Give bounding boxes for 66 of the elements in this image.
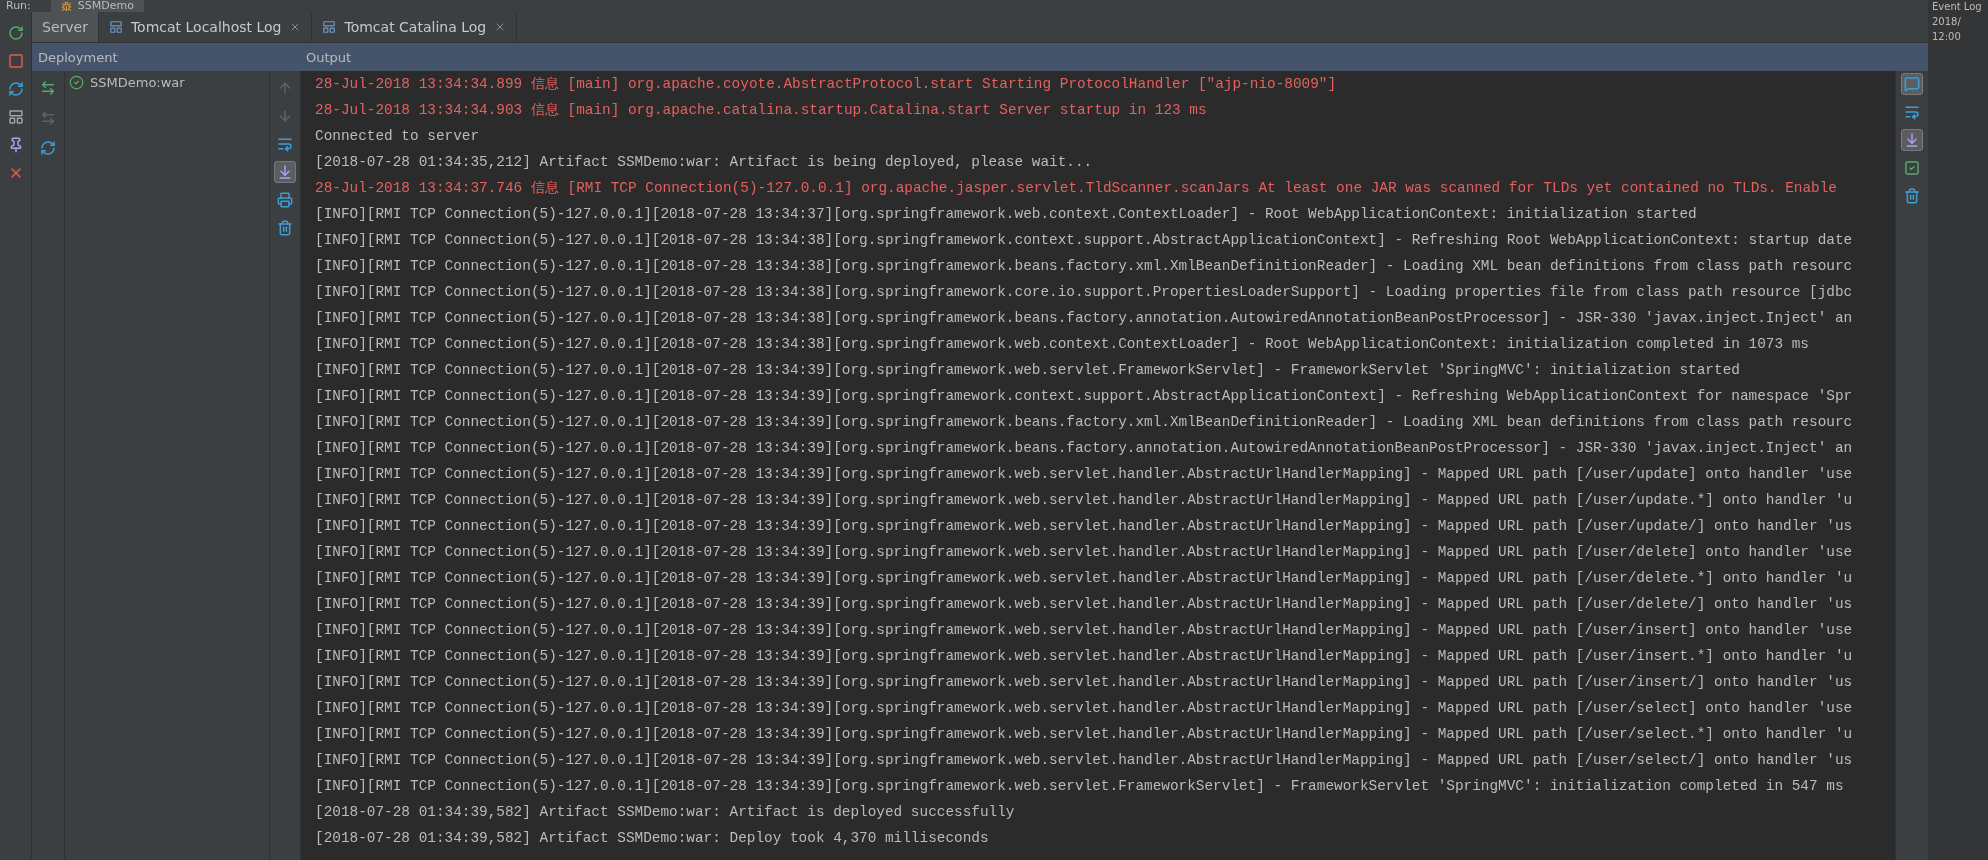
run-tab-label: SSMDemo	[77, 0, 134, 12]
bug-icon	[60, 0, 72, 12]
layout-icon	[7, 109, 24, 125]
trash-icon	[277, 220, 293, 236]
log-line: [INFO][RMI TCP Connection(5)-127.0.0.1][2018-07-28 13:34:38][org.springframework.core.io.support.PropertiesLoaderSupport] - Loading properties file from class path resource [jdbc	[315, 283, 1853, 302]
tree-item-label: SSMDemo:war	[90, 75, 185, 90]
trash-icon	[1904, 188, 1920, 204]
log-line: [INFO][RMI TCP Connection(5)-127.0.0.1][2018-07-28 13:34:39][org.springframework.web.servlet.handler.AbstractUrlHandlerMapping] - Mapped URL path [/user/update/] onto handler 'us	[315, 517, 1853, 536]
log-line: [INFO][RMI TCP Connection(5)-127.0.0.1][2018-07-28 13:34:39][org.springframework.context.support.AbstractApplicationContext] - Refreshing WebApplicationContext for namespace 'Spr	[315, 387, 1853, 406]
arrows-icon	[40, 110, 56, 126]
log-line: 28-Jul-2018 13:34:34.903 信息 [main] org.apache.catalina.startup.Catalina.start Server startup in 123 ms	[315, 101, 1207, 120]
tab-label: Server	[42, 19, 88, 35]
wrap-icon	[277, 136, 293, 152]
log-icon	[322, 20, 337, 34]
speech-bubble-button[interactable]	[1901, 73, 1923, 95]
speech-bubble-icon	[1904, 76, 1920, 92]
checkbox-icon	[1904, 160, 1920, 176]
refresh-icon	[7, 81, 24, 97]
log-line: [INFO][RMI TCP Connection(5)-127.0.0.1][2018-07-28 13:34:39][org.springframework.web.servlet.FrameworkServlet] - FrameworkServlet 'SpringMVC': initialization started	[315, 361, 1740, 380]
rerun-icon	[7, 25, 24, 41]
log-line: [INFO][RMI TCP Connection(5)-127.0.0.1][2018-07-28 13:34:39][org.springframework.web.servlet.handler.AbstractUrlHandlerMapping] - Mapped URL path [/user/delete] onto handler 'use	[315, 543, 1853, 562]
time-text: 12:00	[1932, 30, 1962, 43]
log-line: 28-Jul-2018 13:34:37.746 信息 [RMI TCP Connection(5)-127.0.0.1] org.apache.jasper.servlet.TldScanner.scanJars At least one JAR was scanned for TLDs yet contained no TLDs. Enable	[315, 179, 1837, 198]
scroll-to-end-icon	[1904, 132, 1920, 148]
scroll-to-end-button[interactable]	[274, 161, 296, 183]
stop-icon	[7, 53, 24, 69]
tree-item[interactable]: SSMDemo:war	[69, 75, 265, 90]
log-line: [INFO][RMI TCP Connection(5)-127.0.0.1][2018-07-28 13:34:39][org.springframework.web.servlet.handler.AbstractUrlHandlerMapping] - Mapped URL path [/user/select/] onto handler 'us	[315, 751, 1853, 770]
log-line: Connected to server	[315, 127, 480, 146]
log-line: [INFO][RMI TCP Connection(5)-127.0.0.1][2018-07-28 13:34:39][org.springframework.web.servlet.handler.AbstractUrlHandlerMapping] - Mapped URL path [/user/delete/] onto handler 'us	[315, 595, 1853, 614]
log-line: [2018-07-28 01:34:39,582] Artifact SSMDemo:war: Artifact is deployed successfully	[315, 803, 1015, 822]
log-line: [INFO][RMI TCP Connection(5)-127.0.0.1][2018-07-28 13:34:38][org.springframework.web.context.ContextLoader] - Root WebApplicationContext: initialization completed in 1073 ms	[315, 335, 1809, 354]
scroll-to-end-icon	[277, 164, 293, 180]
log-line: [INFO][RMI TCP Connection(5)-127.0.0.1][2018-07-28 13:34:39][org.springframework.web.servlet.handler.AbstractUrlHandlerMapping] - Mapped URL path [/user/select.*] onto handler 'u	[315, 725, 1853, 744]
event-log-title[interactable]: Event Log	[1932, 0, 1988, 13]
wrap-icon	[1904, 104, 1920, 120]
output-title: Output	[305, 49, 353, 65]
log-line: [INFO][RMI TCP Connection(5)-127.0.0.1][2018-07-28 13:34:39][org.springframework.web.servlet.handler.AbstractUrlHandlerMapping] - Mapped URL path [/user/insert/] onto handler 'us	[315, 673, 1853, 692]
log-line: [INFO][RMI TCP Connection(5)-127.0.0.1][2018-07-28 13:34:39][org.springframework.web.servlet.handler.AbstractUrlHandlerMapping] - Mapped URL path [/user/update] onto handler 'use	[315, 465, 1853, 484]
log-line: [INFO][RMI TCP Connection(5)-127.0.0.1][2018-07-28 13:34:39][org.springframework.web.servlet.handler.AbstractUrlHandlerMapping] - Mapped URL path [/user/update.*] onto handler 'u	[315, 491, 1853, 510]
refresh-icon	[40, 140, 56, 156]
log-icon	[108, 20, 123, 34]
log-line: [2018-07-28 01:34:39,582] Artifact SSMDemo:war: Deploy took 4,370 milliseconds	[315, 829, 989, 848]
log-line: [INFO][RMI TCP Connection(5)-127.0.0.1][2018-07-28 13:34:39][org.springframework.web.servlet.handler.AbstractUrlHandlerMapping] - Mapped URL path [/user/insert] onto handler 'use	[315, 621, 1853, 640]
run-tab[interactable]: SSMDemo	[50, 0, 144, 12]
log-line: [INFO][RMI TCP Connection(5)-127.0.0.1][2018-07-28 13:34:39][org.springframework.beans.factory.annotation.AutowiredAnnotationBeanPostProcessor] - JSR-330 'javax.inject.Inject' an	[315, 439, 1853, 458]
deployment-title: Deployment	[37, 49, 119, 65]
run-label: Run:	[6, 0, 31, 12]
log-line: [INFO][RMI TCP Connection(5)-127.0.0.1][2018-07-28 13:34:39][org.springframework.web.servlet.handler.AbstractUrlHandlerMapping] - Mapped URL path [/user/delete.*] onto handler 'u	[315, 569, 1853, 588]
log-line: [INFO][RMI TCP Connection(5)-127.0.0.1][2018-07-28 13:34:39][org.springframework.web.servlet.handler.AbstractUrlHandlerMapping] - Mapped URL path [/user/insert.*] onto handler 'u	[315, 647, 1853, 666]
tab[interactable]: Server	[32, 12, 99, 42]
log-line: 28-Jul-2018 13:34:34.899 信息 [main] org.apache.coyote.AbstractProtocol.start Starting ProtocolHandler ["ajp-nio-8009"]	[315, 75, 1337, 94]
log-line: [INFO][RMI TCP Connection(5)-127.0.0.1][2018-07-28 13:34:39][org.springframework.web.servlet.handler.AbstractUrlHandlerMapping] - Mapped URL path [/user/select] onto handler 'use	[315, 699, 1853, 718]
log-line: [INFO][RMI TCP Connection(5)-127.0.0.1][2018-07-28 13:34:38][org.springframework.context.support.AbstractApplicationContext] - Refreshing Root WebApplicationContext: startup date	[315, 231, 1853, 250]
tab-label: Tomcat Catalina Log	[344, 19, 487, 35]
scroll-to-end-button[interactable]	[1901, 129, 1923, 151]
log-line: [INFO][RMI TCP Connection(5)-127.0.0.1][2018-07-28 13:34:37][org.springframework.web.context.ContextLoader] - Root WebApplicationContext: initialization started	[315, 205, 1697, 224]
log-line: [INFO][RMI TCP Connection(5)-127.0.0.1][2018-07-28 13:34:39][org.springframework.beans.factory.xml.XmlBeanDefinitionReader] - Loading XML bean definitions from class path resourc	[315, 413, 1853, 432]
tab-label: Tomcat Localhost Log	[130, 19, 282, 35]
log-line: [INFO][RMI TCP Connection(5)-127.0.0.1][2018-07-28 13:34:39][org.springframework.web.servlet.FrameworkServlet] - FrameworkServlet 'SpringMVC': initialization completed in 547 ms	[315, 777, 1844, 796]
log-line: [2018-07-28 01:34:35,212] Artifact SSMDemo:war: Artifact is being deployed, please wait...	[315, 153, 1093, 172]
log-line: [INFO][RMI TCP Connection(5)-127.0.0.1][2018-07-28 13:34:38][org.springframework.beans.factory.annotation.AutowiredAnnotationBeanPostProcessor] - JSR-330 'javax.inject.Inject' an	[315, 309, 1853, 328]
log-line: [INFO][RMI TCP Connection(5)-127.0.0.1][2018-07-28 13:34:38][org.springframework.beans.factory.xml.XmlBeanDefinitionReader] - Loading XML bean definitions from class path resourc	[315, 257, 1853, 276]
deploy-icon	[40, 80, 56, 96]
printer-icon	[277, 192, 293, 208]
date-text: 2018/	[1932, 15, 1962, 28]
